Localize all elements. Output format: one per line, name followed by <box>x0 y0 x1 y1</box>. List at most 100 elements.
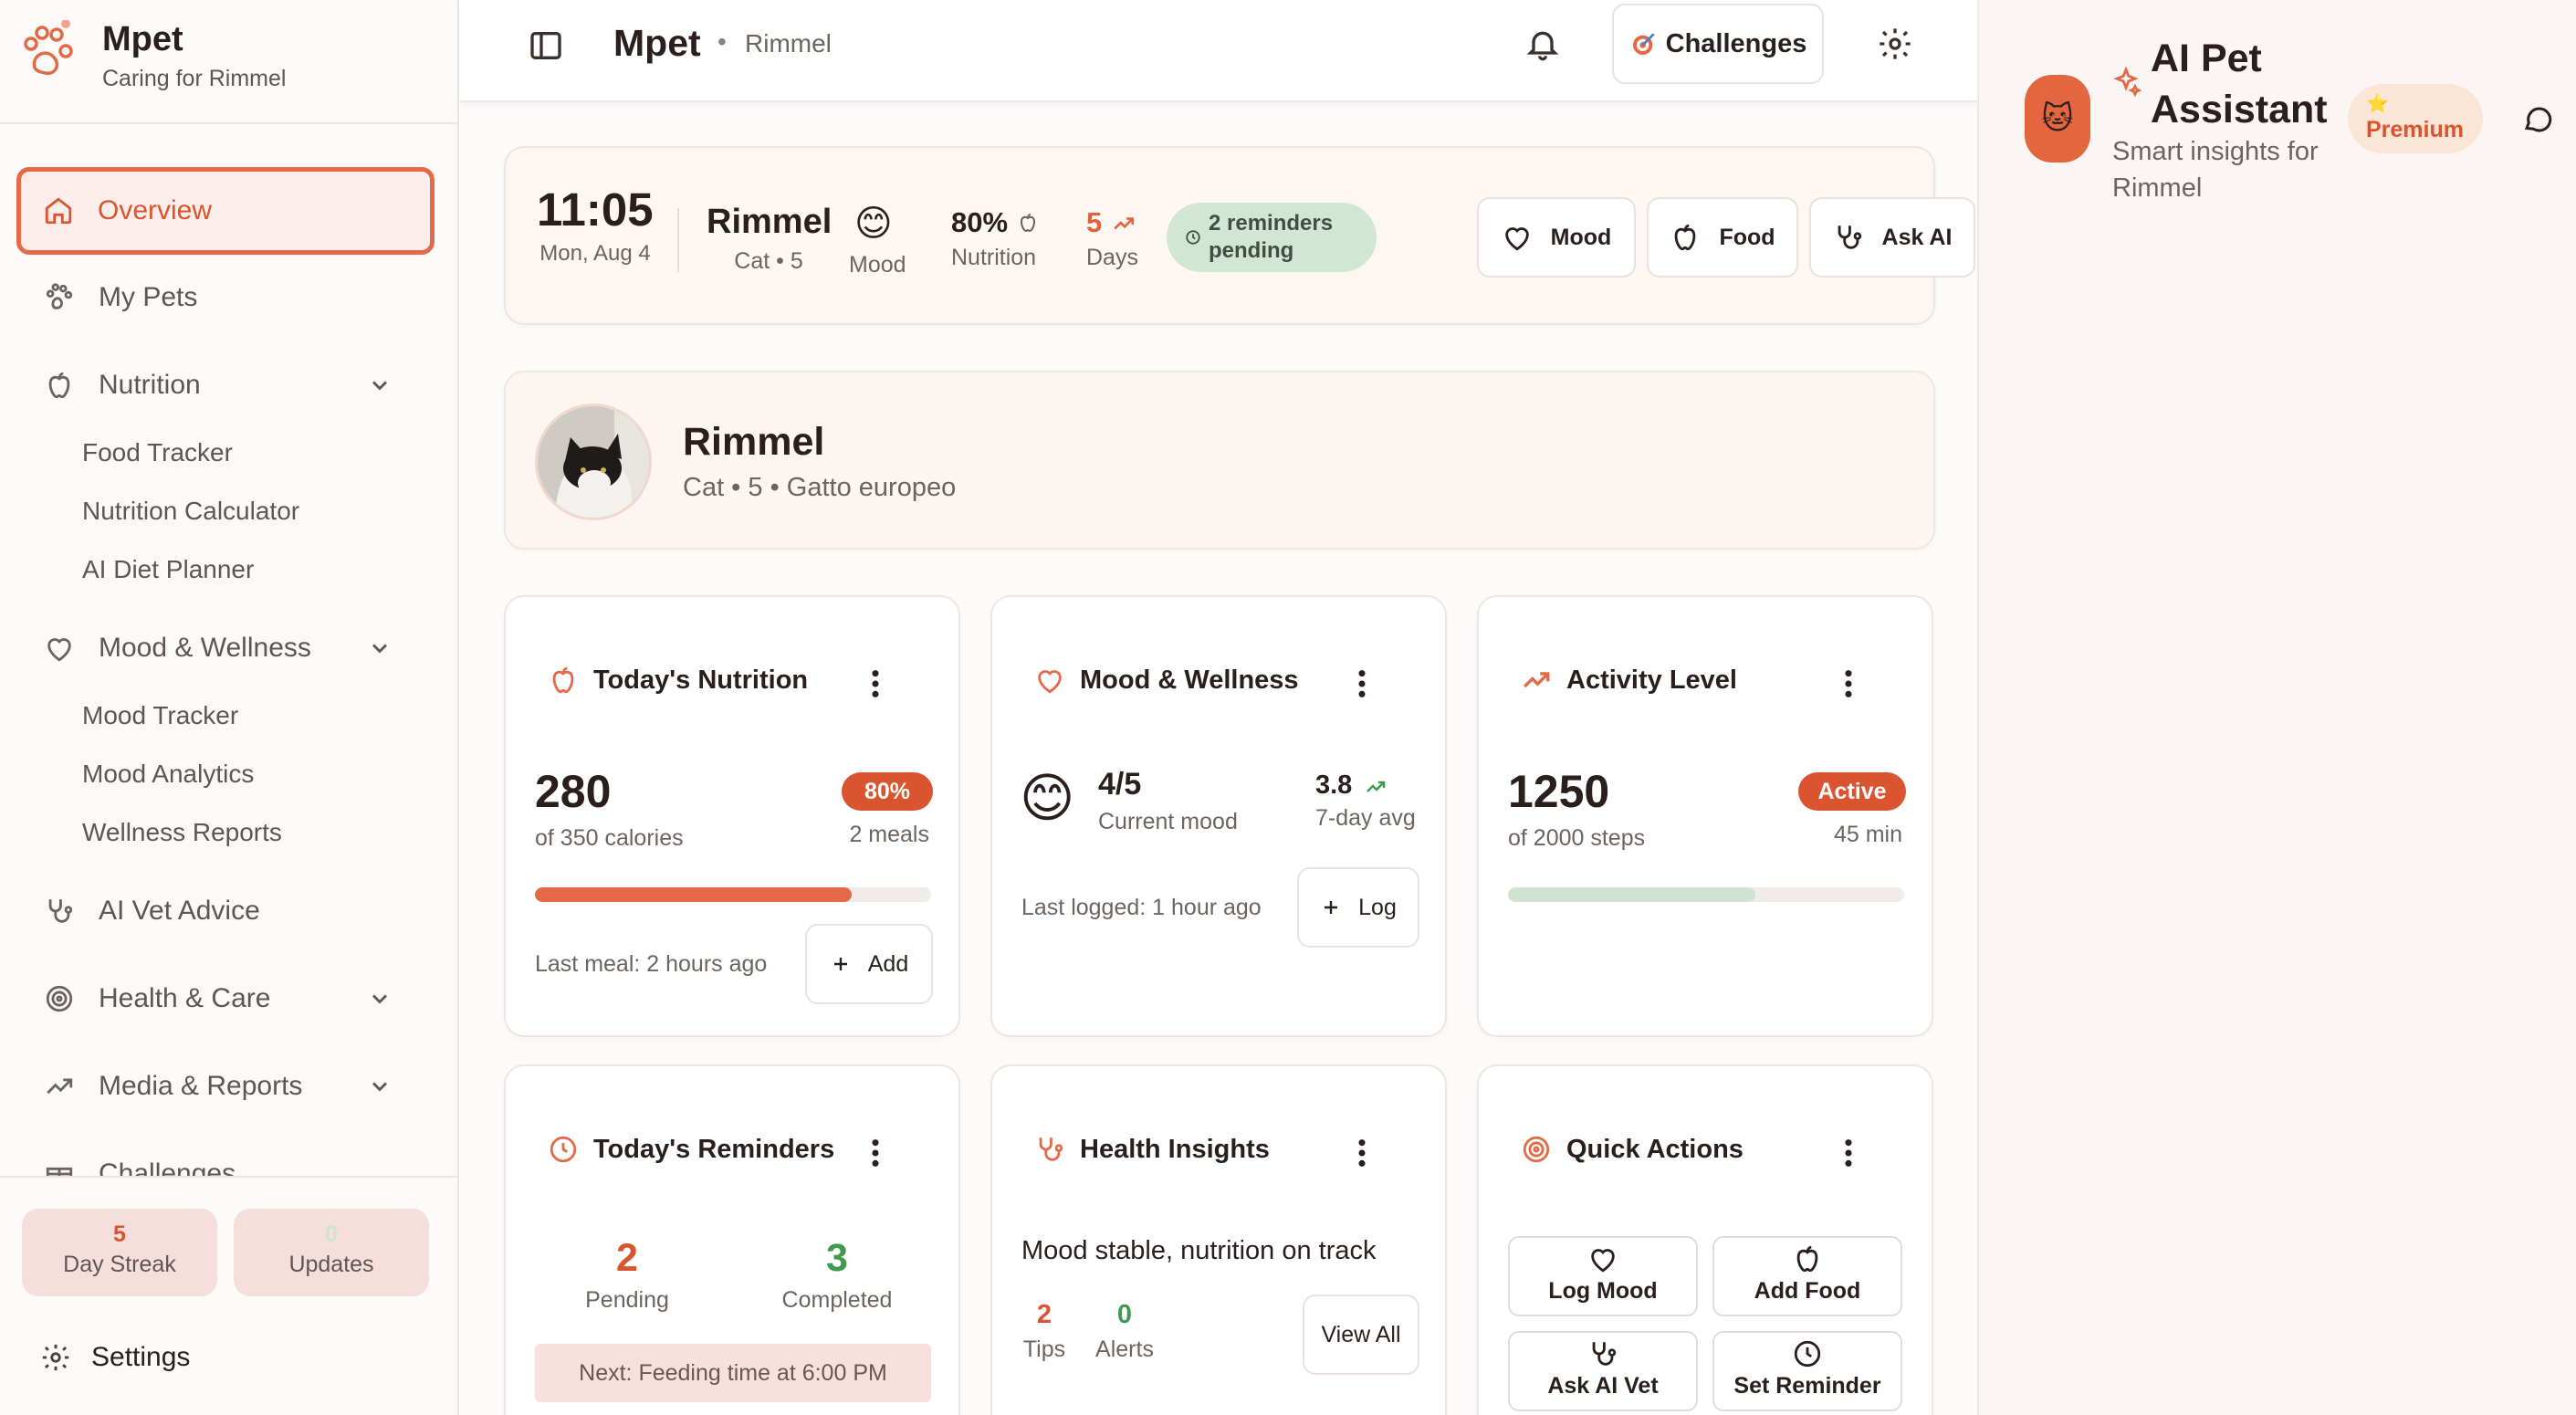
sidebar-subitem-ai-diet-planner[interactable]: AI Diet Planner <box>82 555 254 584</box>
updates-badge[interactable]: 0 Updates <box>234 1209 429 1296</box>
sidebar-item-ai-vet-advice[interactable]: AI Vet Advice <box>22 875 433 948</box>
dart-target-icon <box>1632 33 1655 55</box>
trending-up-icon <box>1367 781 1386 792</box>
day-streak-badge: 5 Day Streak <box>22 1209 217 1296</box>
plus-icon <box>1325 901 1338 914</box>
day-streak-label: Day Streak <box>63 1252 176 1277</box>
reminders-pending-badge[interactable]: 2 reminders pending <box>1167 203 1377 272</box>
sidebar-item-mood-wellness[interactable]: Mood & Wellness <box>22 612 433 685</box>
ask-ai-vet-action[interactable]: Ask AI Vet <box>1508 1331 1698 1411</box>
reminders-widget: Today's Reminders 2 Pending 3 Completed … <box>504 1064 960 1415</box>
sidebar-toggle-icon[interactable] <box>528 27 564 64</box>
days-label: Days <box>1086 245 1138 270</box>
premium-badge[interactable]: ⭐ Premium <box>2348 84 2483 153</box>
more-options-icon[interactable] <box>1356 668 1368 699</box>
divider <box>677 208 679 272</box>
widget-title: Today's Reminders <box>593 1134 835 1164</box>
pet-profile-card[interactable]: Rimmel Cat • 5 • Gatto europeo <box>504 371 1935 550</box>
sidebar-item-overview[interactable]: Overview <box>16 167 435 255</box>
gear-icon[interactable] <box>1877 26 1913 62</box>
sidebar-subitem-mood-analytics[interactable]: Mood Analytics <box>82 760 254 789</box>
add-food-action[interactable]: Add Food <box>1712 1236 1902 1316</box>
chevron-down-icon[interactable] <box>367 372 393 398</box>
sidebar-subitem-wellness-reports[interactable]: Wellness Reports <box>82 818 282 847</box>
status-pet-meta: Cat • 5 <box>734 248 803 274</box>
next-reminder[interactable]: Next: Feeding time at 6:00 PM <box>535 1344 931 1402</box>
mood-emoji: 😊 <box>1020 769 1075 828</box>
days-value: 5 <box>1086 206 1103 238</box>
pet-name: Rimmel <box>683 420 825 464</box>
more-options-icon[interactable] <box>1842 1137 1855 1169</box>
mood-score: 4/5 <box>1098 767 1142 802</box>
heart-icon <box>1591 1249 1615 1273</box>
quick-food-label: Food <box>1719 224 1775 250</box>
breadcrumb[interactable]: Rimmel <box>745 29 832 58</box>
target-icon <box>46 985 73 1012</box>
sidebar-subitem-nutrition-calculator[interactable]: Nutrition Calculator <box>82 497 299 526</box>
insights-widget: Health Insights Mood stable, nutrition o… <box>990 1064 1447 1415</box>
mood-last-logged: Last logged: 1 hour ago <box>1021 895 1262 920</box>
set-reminder-action[interactable]: Set Reminder <box>1712 1331 1902 1411</box>
chevron-down-icon[interactable] <box>367 986 393 1011</box>
calories-value: 280 <box>535 766 612 817</box>
nutrition-widget: Today's Nutrition 280 of 350 calories 80… <box>504 595 960 1037</box>
sparkles-icon <box>2113 66 2141 97</box>
gear-icon <box>42 1344 69 1371</box>
quick-mood-label: Mood <box>1550 224 1612 250</box>
ask-ai-vet-label: Ask AI Vet <box>1547 1373 1659 1399</box>
view-all-insights-button[interactable]: View All <box>1303 1294 1419 1375</box>
widget-header: Activity Level <box>1521 665 1737 696</box>
activity-minutes: 45 min <box>1833 822 1902 847</box>
more-options-icon[interactable] <box>1842 668 1855 699</box>
mood-avg-value: 3.8 <box>1315 770 1353 800</box>
stethoscope-icon <box>1039 1137 1063 1161</box>
tips-label: Tips <box>1022 1336 1066 1362</box>
reminders-pending-text: 2 reminders pending <box>1209 211 1334 263</box>
pet-details: Cat • 5 • Gatto europeo <box>683 473 957 502</box>
stethoscope-icon <box>48 899 73 923</box>
more-options-icon[interactable] <box>1356 1137 1368 1169</box>
last-meal-text: Last meal: 2 hours ago <box>535 951 768 977</box>
sidebar-item-media-reports[interactable]: Media & Reports <box>22 1050 433 1123</box>
sidebar-settings-link[interactable]: Settings <box>40 1342 190 1373</box>
paw-logo-icon <box>24 20 73 75</box>
clock-icon <box>1794 1340 1821 1368</box>
sidebar-item-health-care[interactable]: Health & Care <box>22 962 433 1035</box>
log-mood-button[interactable]: Log <box>1297 867 1419 948</box>
bell-icon[interactable] <box>1524 26 1561 62</box>
sidebar-item-nutrition[interactable]: Nutrition <box>22 349 433 422</box>
more-options-icon[interactable] <box>869 1137 882 1169</box>
chat-bubble-icon[interactable] <box>2521 102 2554 135</box>
sidebar-subitem-food-tracker[interactable]: Food Tracker <box>82 438 233 467</box>
challenges-button[interactable]: Challenges <box>1612 4 1824 84</box>
log-label: Log <box>1358 894 1397 920</box>
more-options-icon[interactable] <box>869 668 882 699</box>
paw-icon <box>46 283 73 309</box>
quick-mood-button[interactable]: Mood <box>1477 197 1636 278</box>
sidebar-subitem-mood-tracker[interactable]: Mood Tracker <box>82 701 238 730</box>
main-content: Mpet • Rimmel Challenges 11:05 Mon, Aug … <box>460 0 1977 1415</box>
sidebar-footer: 5 Day Streak 0 Updates Settings <box>0 1176 457 1415</box>
premium-label: Premium <box>2366 117 2464 142</box>
nutrition-progress-fill <box>535 887 853 902</box>
widget-title: Quick Actions <box>1566 1134 1744 1164</box>
alerts-count: 0 <box>1116 1300 1133 1329</box>
log-mood-label: Log Mood <box>1548 1278 1658 1304</box>
mood-score-label: Current mood <box>1098 809 1238 834</box>
nutrition-progress-bar <box>535 887 931 902</box>
chevron-down-icon[interactable] <box>367 1074 393 1099</box>
add-food-button[interactable]: Add <box>805 924 933 1004</box>
trending-up-icon <box>47 1078 73 1095</box>
alerts-label: Alerts <box>1095 1336 1154 1362</box>
chevron-down-icon[interactable] <box>367 635 393 661</box>
log-mood-action[interactable]: Log Mood <box>1508 1236 1698 1316</box>
quick-food-button[interactable]: Food <box>1647 197 1798 278</box>
quick-ask-ai-button[interactable]: Ask AI <box>1809 197 1975 278</box>
steps-goal: of 2000 steps <box>1508 825 1646 851</box>
sidebar-item-my-pets[interactable]: My Pets <box>22 261 433 334</box>
brand-subtitle: Caring for Rimmel <box>102 66 287 91</box>
sidebar-item-label: Mood & Wellness <box>99 633 311 663</box>
target-icon <box>1523 1136 1550 1163</box>
apple-icon <box>1796 1245 1818 1273</box>
activity-progress-fill <box>1508 887 1756 902</box>
